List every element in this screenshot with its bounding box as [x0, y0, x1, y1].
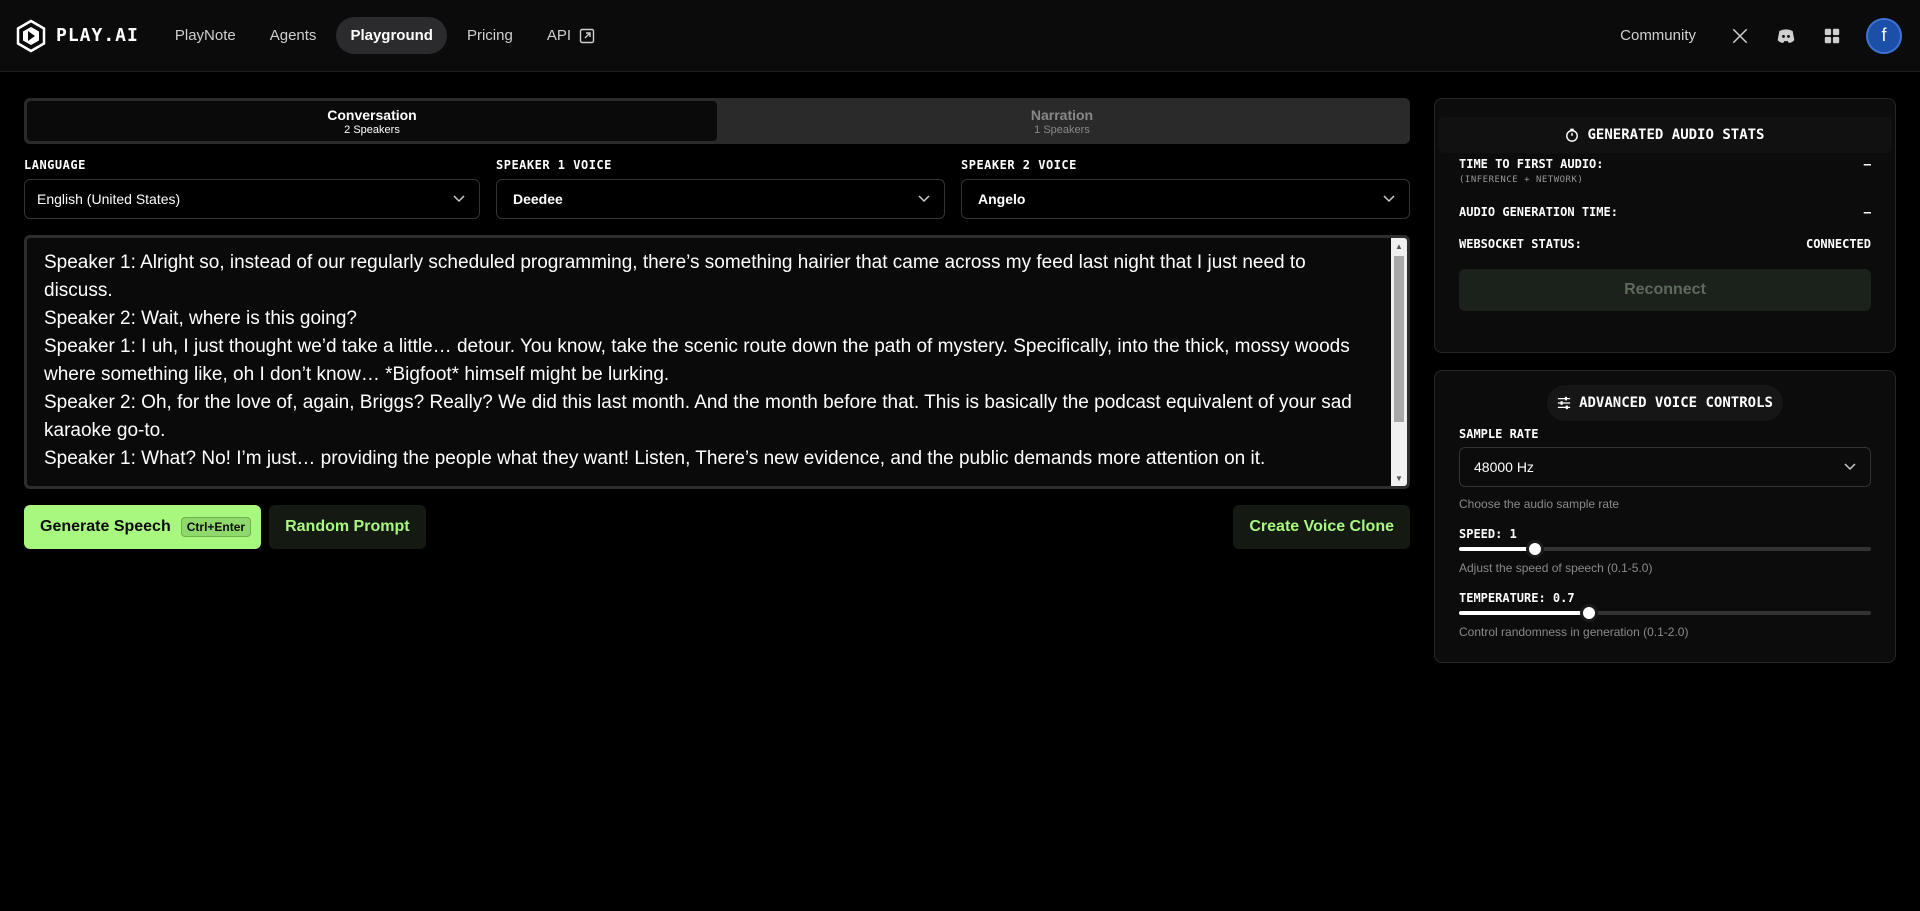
shortcut-badge: Ctrl+Enter	[180, 517, 252, 537]
create-voice-clone-button[interactable]: Create Voice Clone	[1233, 505, 1410, 549]
controls-title-text: ADVANCED VOICE CONTROLS	[1579, 395, 1773, 411]
reconnect-button[interactable]: Reconnect	[1459, 269, 1871, 311]
speed-thumb[interactable]	[1525, 540, 1544, 558]
nav-label: API	[546, 27, 571, 44]
chevron-down-icon	[918, 195, 930, 203]
nav-agents[interactable]: Agents	[256, 17, 331, 54]
action-bar: Generate Speech Ctrl+Enter Random Prompt…	[24, 505, 1410, 549]
speed-slider[interactable]	[1459, 540, 1871, 558]
speaker2-value: Angelo	[978, 191, 1026, 207]
voice-selects: LANGUAGE English (United States) SPEAKER…	[24, 158, 1410, 219]
apps-grid-icon[interactable]	[1820, 24, 1844, 48]
speed-help: Adjust the speed of speech (0.1-5.0)	[1459, 561, 1653, 575]
language-value: English (United States)	[37, 191, 181, 207]
sample-rate-select[interactable]: 48000 Hz	[1459, 447, 1871, 487]
stats-title-text: GENERATED AUDIO STATS	[1587, 127, 1765, 143]
temperature-help: Control randomness in generation (0.1-2.…	[1459, 625, 1689, 639]
temperature-fill	[1459, 611, 1590, 615]
discord-icon[interactable]	[1774, 24, 1798, 48]
logo-text: PLAY.AI	[56, 25, 139, 46]
ttfa-sub: (INFERENCE + NETWORK)	[1459, 175, 1584, 185]
mode-tabs: Conversation 2 Speakers Narration 1 Spea…	[24, 98, 1410, 144]
nav-label: Pricing	[466, 27, 513, 44]
controls-title: ADVANCED VOICE CONTROLS	[1547, 385, 1783, 421]
tab-narration[interactable]: Narration 1 Speakers	[717, 101, 1407, 141]
speaker1-label: SPEAKER 1 VOICE	[496, 158, 612, 172]
external-link-icon	[579, 28, 595, 43]
x-twitter-icon[interactable]	[1728, 24, 1752, 48]
random-prompt-button[interactable]: Random Prompt	[269, 505, 426, 549]
temperature-label: TEMPERATURE: 0.7	[1459, 591, 1575, 605]
tab-conversation[interactable]: Conversation 2 Speakers	[27, 101, 717, 141]
language-select[interactable]: English (United States)	[24, 179, 480, 219]
ttfa-label: TIME TO FIRST AUDIO:	[1459, 157, 1604, 171]
ttfa-value: —	[1863, 157, 1871, 171]
speed-label: SPEED: 1	[1459, 527, 1517, 541]
tab-title: Narration	[1030, 106, 1094, 123]
language-label: LANGUAGE	[24, 158, 86, 172]
stopwatch-icon	[1566, 128, 1579, 142]
tab-subtitle: 1 Speakers	[1034, 123, 1090, 136]
logo[interactable]: PLAY.AI	[14, 19, 139, 53]
chevron-down-icon	[1383, 195, 1395, 203]
top-nav-bar: PLAY.AI PlayNote Agents Playground Prici…	[0, 0, 1920, 72]
prompt-text[interactable]: Speaker 1: Alright so, instead of our re…	[27, 238, 1407, 473]
chevron-down-icon	[453, 195, 465, 203]
ttfa-row: TIME TO FIRST AUDIO: —	[1459, 157, 1871, 171]
temperature-thumb[interactable]	[1580, 604, 1599, 622]
speaker1-value: Deedee	[513, 191, 563, 207]
play-ai-logo-icon	[16, 19, 46, 52]
tab-title: Conversation	[327, 106, 417, 123]
sliders-icon	[1557, 396, 1571, 410]
speaker2-voice-select[interactable]: Angelo	[961, 179, 1410, 219]
scroll-down-icon[interactable]: ▼	[1391, 470, 1407, 486]
prompt-textarea[interactable]: Speaker 1: Alright so, instead of our re…	[24, 235, 1410, 489]
speaker1-group: SPEAKER 1 VOICE Deedee	[496, 158, 945, 219]
speaker1-voice-select[interactable]: Deedee	[496, 179, 945, 219]
generate-speech-button[interactable]: Generate Speech Ctrl+Enter	[24, 505, 262, 549]
sample-rate-help: Choose the audio sample rate	[1459, 497, 1620, 511]
gen-time-label: AUDIO GENERATION TIME:	[1459, 205, 1618, 219]
gen-time-row: AUDIO GENERATION TIME: —	[1459, 205, 1871, 219]
main-nav: PlayNote Agents Playground Pricing API	[161, 17, 609, 54]
nav-pricing[interactable]: Pricing	[453, 17, 527, 54]
ws-label: WEBSOCKET STATUS:	[1459, 237, 1582, 251]
sample-rate-label: SAMPLE RATE	[1459, 427, 1539, 441]
nav-label: PlayNote	[174, 27, 236, 44]
temperature-slider[interactable]	[1459, 604, 1871, 622]
nav-playground[interactable]: Playground	[336, 17, 447, 54]
ws-value: CONNECTED	[1805, 237, 1871, 251]
scroll-thumb[interactable]	[1394, 256, 1404, 422]
nav-label: Agents	[269, 27, 317, 44]
nav-label: Playground	[350, 27, 433, 44]
audio-stats-panel: GENERATED AUDIO STATS TIME TO FIRST AUDI…	[1434, 98, 1896, 353]
scroll-up-icon[interactable]: ▲	[1391, 238, 1407, 254]
voice-controls-panel: ADVANCED VOICE CONTROLS SAMPLE RATE 4800…	[1434, 370, 1896, 663]
main-content: Conversation 2 Speakers Narration 1 Spea…	[24, 98, 1410, 549]
generate-label: Generate Speech	[40, 518, 171, 535]
gen-time-value: —	[1863, 205, 1871, 219]
stats-title: GENERATED AUDIO STATS	[1438, 117, 1892, 153]
avatar-letter: f	[1881, 25, 1887, 45]
avatar[interactable]: f	[1866, 17, 1902, 54]
ws-status-row: WEBSOCKET STATUS: CONNECTED	[1459, 237, 1871, 251]
textarea-scrollbar[interactable]: ▲ ▼	[1391, 238, 1407, 486]
language-group: LANGUAGE English (United States)	[24, 158, 480, 219]
nav-api[interactable]: API	[533, 17, 609, 54]
tab-subtitle: 2 Speakers	[344, 123, 400, 136]
community-link[interactable]: Community	[1620, 27, 1696, 44]
nav-playnote[interactable]: PlayNote	[161, 17, 250, 54]
speaker2-group: SPEAKER 2 VOICE Angelo	[961, 158, 1410, 219]
chevron-down-icon	[1844, 463, 1856, 471]
speed-fill	[1459, 547, 1535, 551]
sample-rate-value: 48000 Hz	[1474, 459, 1534, 475]
speaker2-label: SPEAKER 2 VOICE	[961, 158, 1077, 172]
